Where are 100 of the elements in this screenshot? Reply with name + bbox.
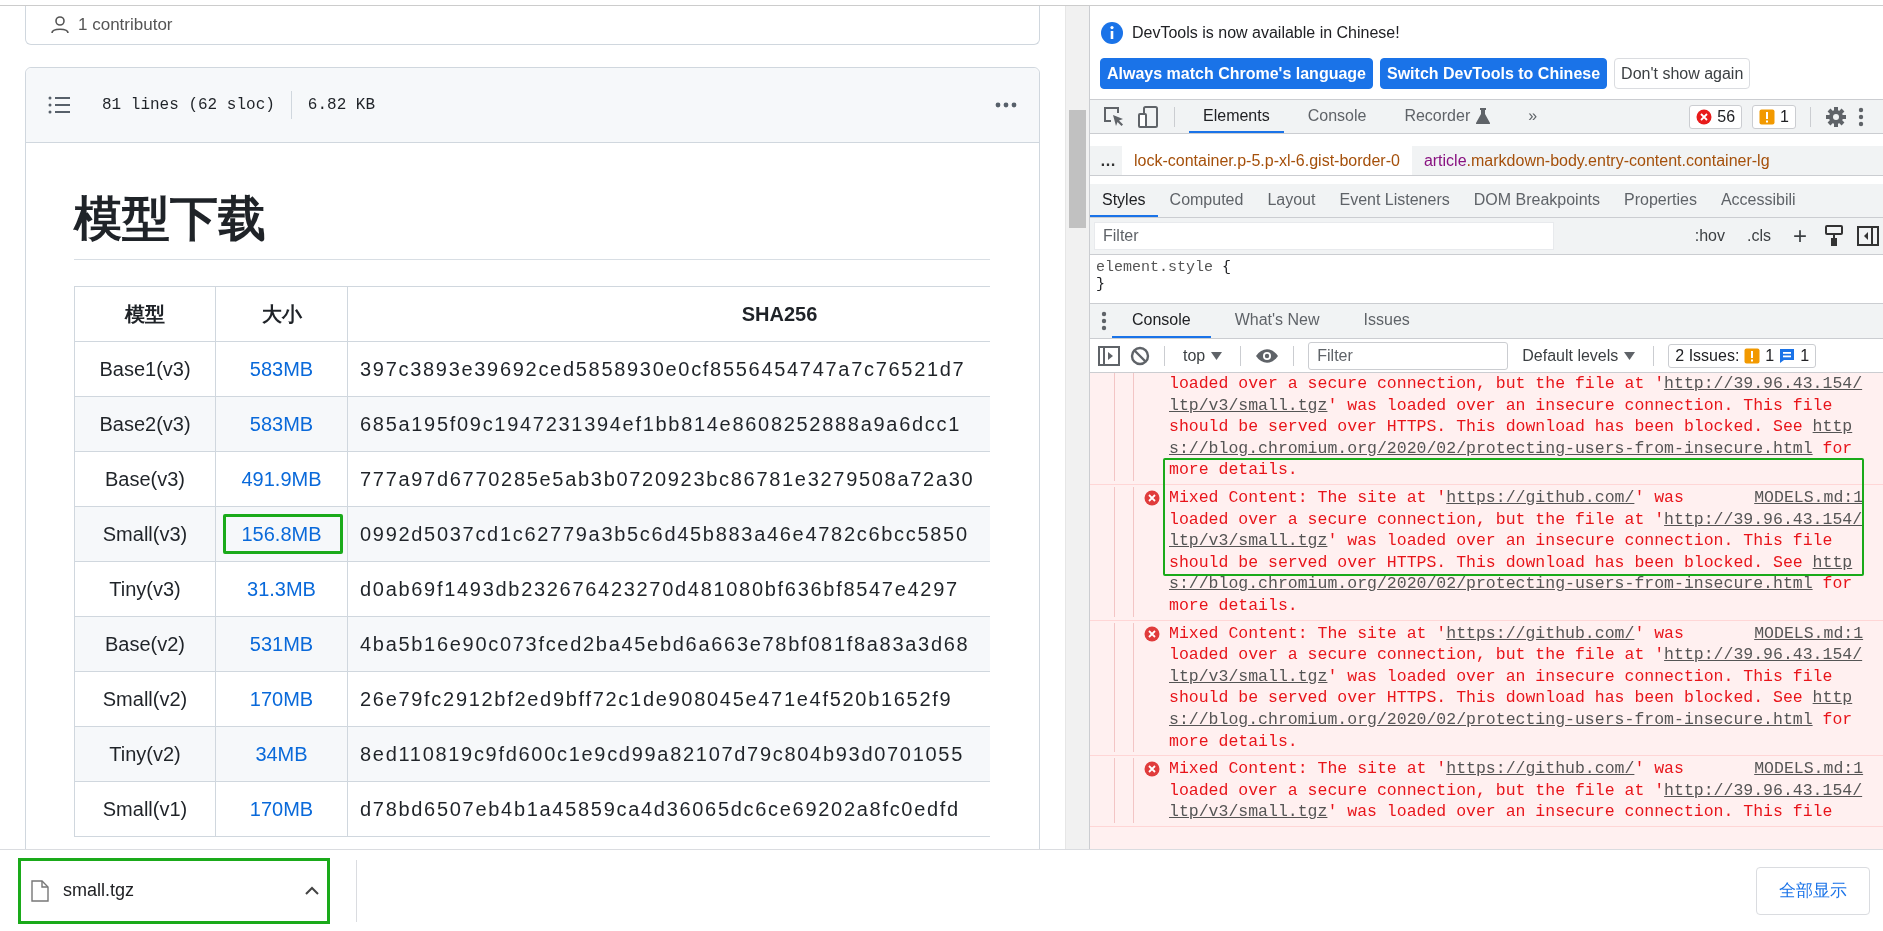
sidebar-tab[interactable]: Event Listeners bbox=[1327, 184, 1462, 217]
notice-button[interactable]: Always match Chrome's language bbox=[1100, 58, 1373, 89]
more-options-icon[interactable] bbox=[995, 102, 1017, 108]
info-icon bbox=[1100, 21, 1124, 45]
breadcrumb[interactable]: lock-container.p-5.p-xl-6.gist-border-0 bbox=[1122, 146, 1412, 175]
section-heading: 模型下载 bbox=[74, 191, 266, 247]
console-message: Mixed Content: The site at 'https://github.com/' was MODELS.md:1 loaded over a secure connection, but the file at 'http://39.96.43.154/ ltp/v3/small.tgz' was loaded over an insecure connection. This file should be served over HTTPS. This download has been blocked. See http s://blog.chromium.org/2020/02/protecting-users-from-insecure.html for more details. bbox=[1169, 622, 1864, 753]
notice-button[interactable]: Switch DevTools to Chinese bbox=[1380, 58, 1608, 89]
column-header: SHA256 bbox=[347, 286, 990, 342]
error-count-button[interactable]: 56 bbox=[1689, 104, 1743, 129]
eye-icon[interactable] bbox=[1255, 347, 1280, 364]
sidebar-tab[interactable]: Properties bbox=[1612, 184, 1709, 217]
table-cell: Small(v3) bbox=[74, 506, 216, 562]
table-cell: 8ed110819c9fd600c1e9cd99a82107d79c804b93d0701055 bbox=[347, 726, 990, 782]
settings-icon[interactable] bbox=[1825, 105, 1847, 128]
class-toggle-button[interactable]: .cls bbox=[1743, 227, 1775, 245]
rule-brace: } bbox=[1096, 276, 1105, 293]
breadcrumb-overflow[interactable]: … bbox=[1090, 151, 1122, 170]
source-link[interactable]: MODELS.md:1 bbox=[1754, 758, 1864, 780]
more-tabs-button[interactable]: » bbox=[1514, 100, 1552, 133]
message-link[interactable]: http bbox=[1812, 688, 1853, 708]
sidebar-tab[interactable]: Computed bbox=[1157, 184, 1256, 217]
show-all-button[interactable]: 全部显示 bbox=[1756, 866, 1870, 915]
more-menu-icon[interactable] bbox=[1857, 105, 1865, 128]
sidebar-tab[interactable]: DOM Breakpoints bbox=[1461, 184, 1612, 217]
message-link[interactable]: ltp/v3/small.tgz bbox=[1169, 395, 1328, 415]
console-filter-field[interactable]: Filter bbox=[1308, 341, 1509, 370]
table-cell: Base1(v3) bbox=[74, 341, 216, 397]
log-levels-selector[interactable]: Default levels bbox=[1518, 346, 1640, 365]
inspect-icon[interactable] bbox=[1102, 104, 1126, 129]
table-cell: Small(v1) bbox=[74, 781, 216, 837]
drawer-menu-icon[interactable] bbox=[1100, 310, 1108, 332]
message-link[interactable]: https://github.com/ bbox=[1446, 758, 1635, 780]
drawer-tab[interactable]: What's New bbox=[1214, 304, 1340, 338]
dropdown-caret-icon bbox=[1211, 351, 1223, 360]
line-count: 81 lines (62 sloc) bbox=[102, 96, 275, 114]
device-icon[interactable] bbox=[1136, 104, 1160, 129]
clear-console-icon[interactable] bbox=[1130, 345, 1150, 366]
error-icon bbox=[1143, 625, 1160, 642]
sidebar-tab[interactable]: Accessibili bbox=[1708, 184, 1808, 217]
error-icon bbox=[1696, 108, 1713, 125]
table-cell: Tiny(v2) bbox=[74, 726, 216, 782]
caret-up-icon[interactable] bbox=[305, 886, 319, 895]
info-message-icon bbox=[1779, 347, 1796, 364]
table-cell: Tiny(v3) bbox=[74, 561, 216, 617]
sidebar-toggle-icon[interactable] bbox=[1857, 226, 1879, 246]
styles-filter-field[interactable]: Filter bbox=[1094, 222, 1554, 250]
list-icon[interactable] bbox=[48, 95, 70, 115]
warning-count-button[interactable]: 1 bbox=[1752, 104, 1796, 129]
issues-button[interactable]: 2 Issues: 1 1 bbox=[1668, 343, 1817, 368]
table-cell: 4ba5b16e90c073fced2ba45ebd6a663e78bf081f8a83a3d68 bbox=[347, 616, 990, 672]
message-link[interactable]: ltp/v3/small.tgz bbox=[1169, 666, 1328, 686]
message-link[interactable]: s://blog.chromium.org/2020/02/protecting-users-from-insecure.html bbox=[1169, 709, 1813, 729]
source-link[interactable]: MODELS.md:1 bbox=[1754, 622, 1864, 645]
table-cell: Base(v2) bbox=[74, 616, 216, 672]
message-link[interactable]: https://github.com/ bbox=[1446, 486, 1635, 509]
error-icon bbox=[1143, 489, 1160, 506]
console-message: Mixed Content: The site at 'https://github.com/' was MODELS.md:1 loaded over a secure connection, but the file at 'http://39.96.43.154/ ltp/v3/small.tgz' was loaded over an insecure connection. This file bbox=[1169, 758, 1864, 823]
message-link[interactable]: http bbox=[1812, 552, 1853, 572]
message-link[interactable]: http://39.96.43.154/ bbox=[1664, 374, 1863, 393]
context-selector[interactable]: top bbox=[1179, 346, 1227, 365]
message-link[interactable]: http bbox=[1812, 417, 1853, 437]
message-link[interactable]: http://39.96.43.154/ bbox=[1664, 780, 1863, 800]
message-link[interactable]: https://github.com/ bbox=[1446, 622, 1635, 645]
sidebar-tab[interactable]: Layout bbox=[1255, 184, 1328, 217]
breadcrumb[interactable]: article.markdown-body.entry-content.container-lg bbox=[1411, 146, 1782, 175]
scrollbar-thumb[interactable] bbox=[1069, 110, 1086, 228]
file-size: 6.82 KB bbox=[307, 96, 376, 114]
message-link[interactable]: s://blog.chromium.org/2020/02/protecting-users-from-insecure.html bbox=[1169, 438, 1813, 458]
table-cell: Base(v3) bbox=[74, 451, 216, 507]
table-cell: 685a195f09c1947231394ef1bb814e8608252888a9a6dcc1 bbox=[347, 396, 990, 452]
message-link[interactable]: s://blog.chromium.org/2020/02/protecting-users-from-insecure.html bbox=[1169, 574, 1813, 594]
warning-icon bbox=[1759, 108, 1776, 125]
drawer-tab[interactable]: Console bbox=[1112, 304, 1211, 338]
paint-roller-icon[interactable] bbox=[1825, 225, 1843, 247]
drawer-tab[interactable]: Issues bbox=[1343, 304, 1430, 338]
panel-tab[interactable]: Recorder bbox=[1390, 100, 1505, 133]
contributors-count[interactable]: 1 contributor bbox=[78, 15, 173, 35]
warning-icon bbox=[1744, 347, 1761, 364]
table-cell: Small(v2) bbox=[74, 671, 216, 727]
new-rule-button[interactable]: + bbox=[1789, 222, 1811, 250]
rule-brace: { bbox=[1222, 259, 1232, 276]
panel-tab[interactable]: Elements bbox=[1189, 100, 1284, 133]
download-item[interactable]: small.tgz bbox=[18, 857, 330, 924]
console-sidebar-icon[interactable] bbox=[1098, 345, 1120, 366]
hover-state-button[interactable]: :hov bbox=[1690, 227, 1729, 245]
notice-button[interactable]: Don't show again bbox=[1614, 58, 1751, 89]
error-icon bbox=[1143, 761, 1160, 778]
message-link[interactable]: ltp/v3/small.tgz bbox=[1169, 802, 1328, 822]
message-link[interactable]: http://39.96.43.154/ bbox=[1664, 645, 1863, 665]
message-link[interactable]: http://39.96.43.154/ bbox=[1664, 509, 1863, 529]
table-cell: Base2(v3) bbox=[74, 396, 216, 452]
panel-tab[interactable]: Console bbox=[1293, 100, 1381, 133]
rule-selector: element.style bbox=[1096, 259, 1214, 276]
console-message: loaded over a secure connection, but the file at 'http://39.96.43.154/ ltp/v3/small.tgz' was loaded over an insecure connection. This file should be served over HTTPS. This download has been blocked. See http s://blog.chromium.org/2020/02/protecting-users-from-insecure.html for more details. bbox=[1169, 373, 1864, 481]
file-icon bbox=[31, 879, 49, 902]
message-link[interactable]: ltp/v3/small.tgz bbox=[1169, 531, 1328, 551]
source-link[interactable]: MODELS.md:1 bbox=[1754, 486, 1864, 509]
table-cell: 0992d5037cd1c62779a3b5c6d45b883a46e4782c6bcc5850 bbox=[347, 506, 990, 562]
dropdown-caret-icon bbox=[1624, 351, 1636, 360]
